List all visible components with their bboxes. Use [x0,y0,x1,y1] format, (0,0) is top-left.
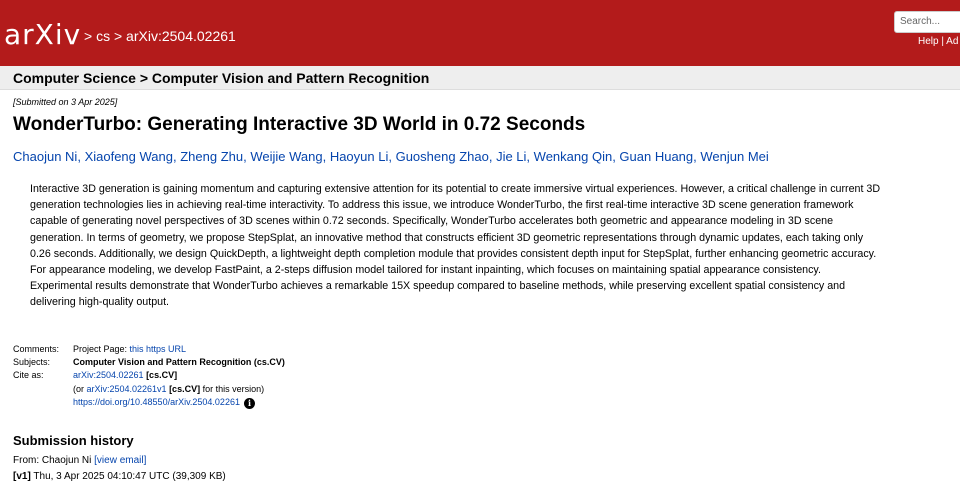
category-path: Computer Science > Computer Vision and P… [13,70,430,86]
info-icon[interactable]: i [243,397,255,409]
author-separator: , [77,149,85,164]
author-separator: , [322,149,330,164]
doi-link[interactable]: https://doi.org/10.48550/arXiv.2504.0226… [73,397,240,407]
author-link[interactable]: Weijie Wang [250,149,322,164]
cite-category: [cs.CV] [143,370,178,381]
version-link[interactable]: arXiv:2504.02261v1 [87,384,167,394]
help-advanced-links[interactable]: Help | Ad [918,36,958,47]
author-link[interactable]: Wenjun Mei [700,149,768,164]
comments-label: Comments: [13,344,60,354]
author-list: Chaojun Ni, Xiaofeng Wang, Zheng Zhu, We… [13,149,769,165]
abstract-line: 0.26 seconds. Additionally, we design Qu… [30,247,877,260]
submission-history-heading: Submission history [13,433,134,448]
breadcrumb-separator: > [113,28,123,44]
category-header: Computer Science > Computer Vision and P… [0,66,960,90]
version-v1-details: Thu, 3 Apr 2025 04:10:47 UTC (39,309 KB) [30,471,226,482]
submitter-text: From: Chaojun Ni [13,455,95,466]
author-link[interactable]: Xiaofeng Wang [85,149,173,164]
author-separator: , [388,149,396,164]
abstract-line: Experimental results demonstrate that Wo… [30,280,846,293]
submitter-line: From: Chaojun Ni [view email] [13,455,146,466]
author-link[interactable]: Chaojun Ni [13,149,77,164]
subjects-label: Subjects: [13,357,51,368]
abstract-line: generation. In terms of geometry, we pro… [30,231,864,244]
author-link[interactable]: Guan Huang [619,149,693,164]
search-input[interactable]: Search... [894,11,960,33]
breadcrumb: > cs > arXiv:2504.02261 [84,27,236,45]
author-link[interactable]: Jie Li [496,149,526,164]
author-link[interactable]: Wenkang Qin [534,149,613,164]
version-open: (or [73,383,87,394]
author-separator: , [488,149,497,164]
abstract-line: generation technologies lies in achievin… [30,199,854,212]
abstract-line: delivering high-quality output. [30,296,170,309]
breadcrumb-paper-id: arXiv:2504.02261 [126,28,236,44]
comments-text: Project Page: [73,344,130,354]
author-link[interactable]: Zheng Zhu [180,149,243,164]
version-close: for this version) [200,383,265,394]
abstract: Interactive 3D generation is gaining mom… [30,181,940,311]
abstract-line: For appearance modeling, we develop Fast… [30,264,821,277]
paper-title: WonderTurbo: Generating Interactive 3D W… [13,114,586,135]
cite-label: Cite as: [13,370,44,381]
project-page-link[interactable]: this https URL [130,344,187,354]
cite-arxiv-link[interactable]: arXiv:2504.02261 [73,370,144,380]
author-separator: , [526,149,534,164]
abstract-line: capable of generating novel perspectives… [30,215,834,228]
version-category: [cs.CV] [166,383,201,394]
breadcrumb-separator: > [84,28,93,44]
subjects-value: Computer Vision and Pattern Recognition … [73,357,285,368]
top-header-bar: arXiv > cs > arXiv:2504.02261 Search... … [0,0,960,66]
author-link[interactable]: Haoyun Li [330,149,389,164]
arxiv-logo[interactable]: arXiv [4,18,81,52]
version-v1-link[interactable]: [v1] [13,471,31,482]
abstract-line: Interactive 3D generation is gaining mom… [30,183,881,195]
breadcrumb-cs-link[interactable]: cs [96,28,110,44]
view-email-link[interactable]: [view email] [94,455,146,466]
author-link[interactable]: Guosheng Zhao [396,149,489,164]
version-history-entry: [v1] Thu, 3 Apr 2025 04:10:47 UTC (39,30… [13,471,226,482]
submission-date: [Submitted on 3 Apr 2025] [13,97,118,107]
